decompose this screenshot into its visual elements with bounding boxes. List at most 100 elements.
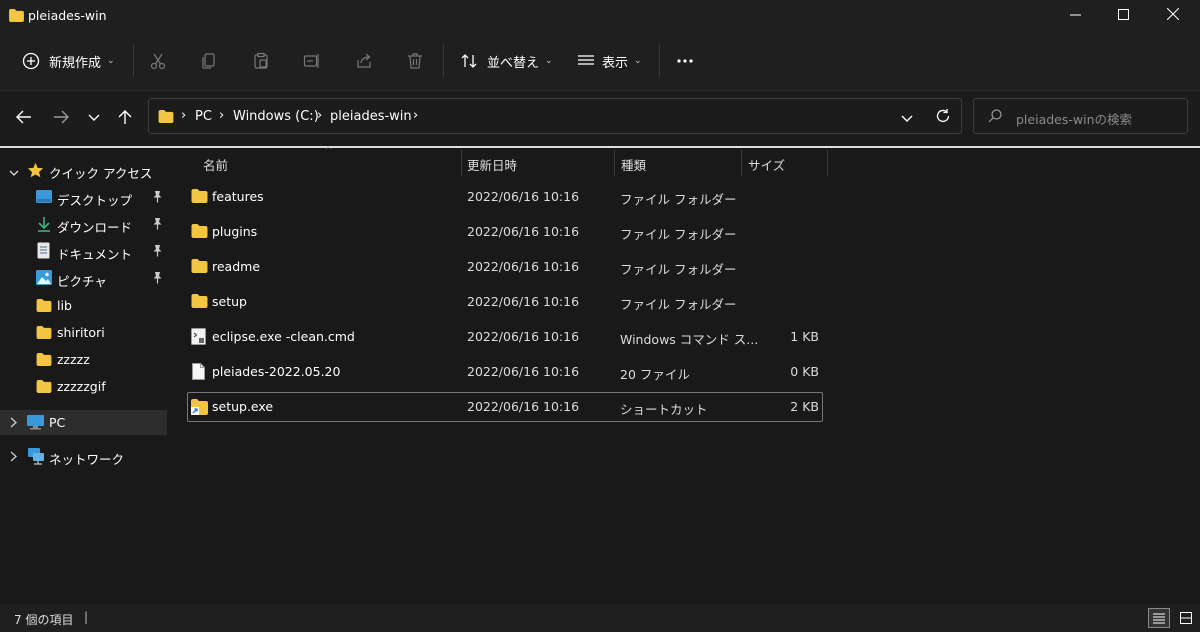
nav-item-zzzzzgif[interactable]: zzzzzgif: [0, 374, 167, 399]
toolbar-divider: [133, 45, 134, 77]
file-name: setup: [212, 294, 247, 309]
file-row[interactable]: eclipse.exe -clean.cmd 2022/06/16 10:16 …: [187, 323, 823, 352]
copy-icon: [200, 52, 218, 70]
folder-icon: [36, 326, 52, 342]
column-header-size[interactable]: サイズ: [748, 150, 785, 181]
file-name: setup.exe: [212, 399, 274, 414]
back-button[interactable]: [8, 91, 40, 146]
nav-item-desktop[interactable]: デスクトップ: [0, 185, 167, 210]
nav-item-downloads[interactable]: ダウンロード: [0, 212, 167, 237]
file-row[interactable]: plugins 2022/06/16 10:16 ファイル フォルダー: [187, 218, 823, 247]
refresh-icon[interactable]: [935, 108, 951, 128]
file-name: pleiades-2022.05.20: [212, 364, 341, 379]
recent-locations-button[interactable]: [78, 91, 110, 146]
close-button[interactable]: [1150, 0, 1196, 32]
file-type: 20 ファイル: [620, 367, 690, 382]
file-row[interactable]: pleiades-2022.05.20 2022/06/16 10:16 20 …: [187, 358, 823, 387]
item-count: 7 個の項目: [14, 613, 74, 627]
search-icon: [988, 109, 1002, 127]
breadcrumb-folder[interactable]: pleiades-win: [330, 109, 412, 124]
file-size: 0 KB: [790, 364, 819, 379]
nav-label: zzzzz: [57, 352, 90, 367]
sort-button[interactable]: 並べ替え ⌄: [460, 32, 553, 90]
nav-label: デスクトップ: [57, 193, 133, 208]
nav-label: クイック アクセス: [49, 166, 153, 181]
close-icon: [1166, 7, 1180, 24]
folder-icon: [158, 110, 174, 127]
column-divider[interactable]: [461, 150, 462, 176]
navigation-pane: クイック アクセス デスクトップ ダウンロード ドキュメント ピクチャ lib …: [0, 148, 170, 604]
file-row[interactable]: features 2022/06/16 10:16 ファイル フォルダー: [187, 183, 823, 212]
column-header-name[interactable]: 名前: [203, 150, 228, 181]
column-divider[interactable]: [614, 150, 615, 176]
delete-icon: [406, 52, 424, 70]
column-divider[interactable]: [741, 150, 742, 176]
address-bar[interactable]: › PC › Windows (C:) › pleiades-win ›: [148, 98, 962, 134]
star-icon: [27, 162, 44, 181]
chevron-down-icon: ⌄: [107, 56, 115, 66]
address-row: › PC › Windows (C:) › pleiades-win › ple…: [0, 91, 1200, 146]
file-type: ショートカット: [620, 402, 708, 417]
chevron-down-icon[interactable]: [9, 165, 19, 180]
forward-button[interactable]: [45, 91, 77, 146]
up-button[interactable]: [109, 91, 141, 146]
chevron-right-icon[interactable]: [10, 416, 17, 431]
nav-label: ピクチャ: [57, 274, 107, 289]
nav-item-network[interactable]: ネットワーク: [0, 444, 167, 469]
chevron-right-icon: ›: [219, 108, 225, 123]
tiles-view-button[interactable]: [1175, 608, 1197, 628]
toolbar-divider: [443, 45, 444, 77]
breadcrumb-pc[interactable]: PC: [195, 109, 212, 124]
column-divider[interactable]: [827, 150, 828, 176]
chevron-right-icon: ›: [181, 108, 187, 123]
minimize-button[interactable]: [1052, 0, 1098, 32]
nav-item-lib[interactable]: lib: [0, 293, 167, 318]
file-date: 2022/06/16 10:16: [467, 294, 580, 309]
paste-icon: [252, 52, 270, 70]
view-button[interactable]: 表示 ⌄: [577, 32, 642, 90]
breadcrumb-drive[interactable]: Windows (C:): [233, 109, 319, 124]
column-header-type[interactable]: 種類: [621, 150, 646, 181]
folder-icon: [191, 224, 208, 241]
pane-divider: [0, 146, 1200, 148]
column-header-date[interactable]: 更新日時: [467, 150, 517, 181]
pin-icon: [152, 217, 163, 233]
delete-button[interactable]: [406, 32, 424, 90]
copy-button[interactable]: [200, 32, 218, 90]
new-button[interactable]: 新規作成 ⌄: [22, 32, 115, 90]
nav-label: PC: [49, 415, 66, 430]
file-name: eclipse.exe -clean.cmd: [212, 329, 355, 344]
search-input[interactable]: pleiades-winの検索: [973, 98, 1188, 134]
chevron-right-icon[interactable]: [10, 450, 17, 465]
nav-item-documents[interactable]: ドキュメント: [0, 239, 167, 264]
nav-item-pictures[interactable]: ピクチャ: [0, 266, 167, 291]
nav-item-pc[interactable]: PC: [0, 410, 167, 435]
file-date: 2022/06/16 10:16: [467, 399, 580, 414]
details-view-button[interactable]: [1148, 608, 1170, 628]
file-row-focused[interactable]: setup.exe 2022/06/16 10:16 ショートカット 2 KB: [187, 392, 823, 422]
address-dropdown-icon[interactable]: [901, 112, 913, 127]
sort-icon: [460, 52, 478, 70]
share-button[interactable]: [355, 32, 373, 90]
sort-label: 並べ替え: [487, 55, 540, 71]
more-icon: [676, 58, 694, 64]
folder-icon: [191, 189, 208, 206]
pin-icon: [152, 271, 163, 287]
nav-item-zzzzz[interactable]: zzzzz: [0, 347, 167, 372]
maximize-button[interactable]: [1100, 0, 1146, 32]
nav-quick-access[interactable]: クイック アクセス: [0, 158, 167, 183]
file-row[interactable]: setup 2022/06/16 10:16 ファイル フォルダー: [187, 288, 823, 317]
paste-button[interactable]: [252, 32, 270, 90]
folder-icon: [36, 299, 52, 315]
cut-button[interactable]: [149, 32, 167, 90]
nav-label: ネットワーク: [49, 452, 125, 467]
rename-button[interactable]: [303, 32, 321, 90]
file-date: 2022/06/16 10:16: [467, 189, 580, 204]
file-row[interactable]: readme 2022/06/16 10:16 ファイル フォルダー: [187, 253, 823, 282]
plus-circle-icon: [22, 52, 40, 70]
share-icon: [355, 52, 373, 70]
more-options-button[interactable]: [676, 32, 694, 90]
nav-label: lib: [57, 298, 72, 313]
minimize-icon: [1069, 9, 1081, 24]
nav-item-shiritori[interactable]: shiritori: [0, 320, 167, 345]
